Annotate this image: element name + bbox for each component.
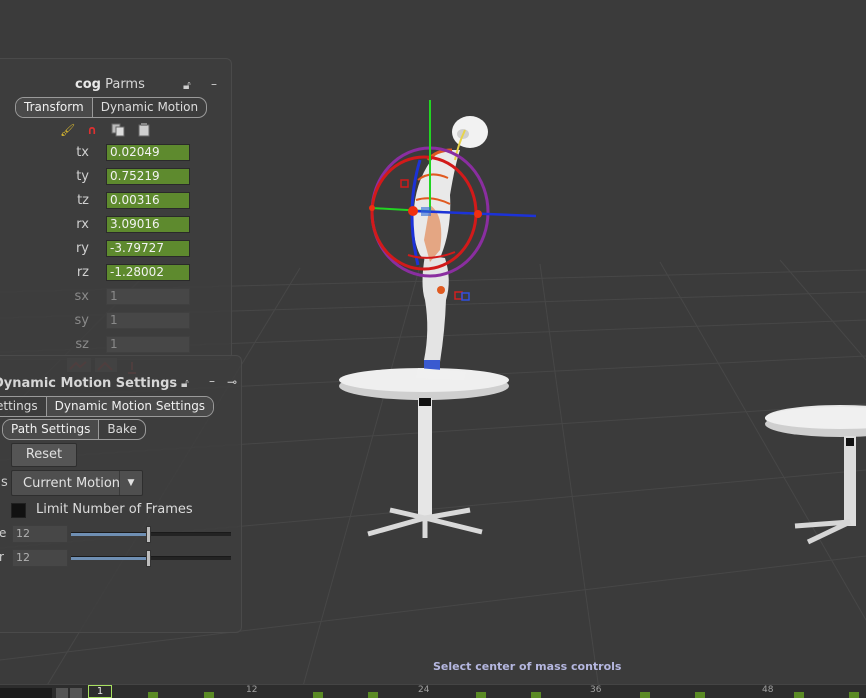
keyframe-marker[interactable] <box>476 692 486 698</box>
tab-transform[interactable]: Transform <box>16 98 93 117</box>
param-label: sy <box>74 313 89 328</box>
reset-button[interactable]: Reset <box>11 443 77 467</box>
tab-bake[interactable]: Bake <box>99 420 145 439</box>
param-field-ry[interactable]: -3.79727 <box>106 240 190 257</box>
center-of-mass-manipulator[interactable] <box>369 100 537 278</box>
param-row-sz: sz 1 <box>0 336 229 354</box>
timeline-tick-label: 36 <box>590 685 602 695</box>
param-label: rx <box>76 217 89 232</box>
source-label: s <box>1 475 8 490</box>
slider-track[interactable] <box>71 532 231 536</box>
keyframe-marker[interactable] <box>849 692 859 698</box>
param-row-sx: sx 1 <box>0 288 229 306</box>
panel-title: cog Parms <box>75 77 145 92</box>
dynamic-motion-settings-panel: Dynamic Motion Settings 🔓︎ – ⊸ ettings D… <box>0 355 242 633</box>
lock-icon[interactable]: 🔓︎ <box>181 377 189 389</box>
param-row-tz: tz 0.00316 <box>0 192 229 210</box>
limit-frames-checkbox[interactable] <box>11 503 26 518</box>
param-field-tx[interactable]: 0.02049 <box>106 144 190 161</box>
slider-label: r <box>0 550 4 564</box>
paste-icon[interactable] <box>137 123 151 137</box>
keyframe-marker[interactable] <box>368 692 378 698</box>
limit-frames-label: Limit Number of Frames <box>36 502 193 517</box>
magnet-icon[interactable]: ∩ <box>85 123 99 137</box>
keyframe-marker[interactable] <box>313 692 323 698</box>
param-label: sx <box>74 289 89 304</box>
param-label: tx <box>76 145 89 160</box>
brush-icon[interactable]: 🖌︎ <box>60 123 75 137</box>
dms-tab-bar: ettings Dynamic Motion Settings <box>0 396 215 417</box>
source-dropdown-value: Current Motion <box>23 476 121 491</box>
tab-dynamic-motion-settings[interactable]: Dynamic Motion Settings <box>46 397 214 416</box>
pin-icon[interactable]: ⊸ <box>227 376 237 388</box>
lock-icon[interactable]: 🔓︎ <box>183 79 191 91</box>
param-row-rz: rz -1.28002 <box>0 264 229 282</box>
dms-panel-title: Dynamic Motion Settings <box>0 376 178 391</box>
dms-subtab-bar: Path Settings Bake <box>2 419 146 440</box>
chevron-down-icon: ▼ <box>119 471 142 495</box>
param-label: tz <box>77 193 89 208</box>
param-row-sy: sy 1 <box>0 312 229 330</box>
param-field-sx: 1 <box>106 288 190 305</box>
slider-fill <box>71 557 148 560</box>
status-message: Select center of mass controls <box>433 660 622 673</box>
timeline-tick-label: 24 <box>418 685 430 695</box>
param-label: sz <box>75 337 89 352</box>
param-field-tz[interactable]: 0.00316 <box>106 192 190 209</box>
param-field-rz[interactable]: -1.28002 <box>106 264 190 281</box>
parameters-panel: cog Parms 🔓︎ – Transform Dynamic Motion … <box>0 58 232 374</box>
table-right <box>765 405 866 545</box>
timeline-bar[interactable]: 1 12 24 36 48 <box>0 684 866 698</box>
slider-value-field[interactable]: 12 <box>12 525 68 543</box>
table-center <box>339 368 509 538</box>
timeline-tick-label: 48 <box>762 685 774 695</box>
slider-fill <box>71 533 148 536</box>
keyframe-marker[interactable] <box>794 692 804 698</box>
slider-label: e <box>0 526 7 540</box>
parms-tab-bar: Transform Dynamic Motion <box>15 97 208 118</box>
slider-handle[interactable] <box>145 526 151 543</box>
slider-handle[interactable] <box>145 550 151 567</box>
keyframe-marker[interactable] <box>640 692 650 698</box>
slider-value-field[interactable]: 12 <box>12 549 68 567</box>
keyframe-marker[interactable] <box>695 692 705 698</box>
tab-settings[interactable]: ettings <box>0 397 47 416</box>
minimize-icon[interactable]: – <box>211 78 217 90</box>
param-label: ry <box>75 241 89 256</box>
param-row-tx: tx 0.02049 <box>0 144 229 162</box>
keyframe-marker[interactable] <box>531 692 541 698</box>
param-label: ty <box>76 169 89 184</box>
param-field-rx[interactable]: 3.09016 <box>106 216 190 233</box>
param-row-ry: ry -3.79727 <box>0 240 229 258</box>
param-field-sz: 1 <box>106 336 190 353</box>
keyframe-marker[interactable] <box>204 692 214 698</box>
timeline-tick-label: 12 <box>246 685 258 695</box>
param-row-rx: rx 3.09016 <box>0 216 229 234</box>
keyframe-marker[interactable] <box>148 692 158 698</box>
tab-dynamic-motion[interactable]: Dynamic Motion <box>93 98 206 117</box>
source-dropdown[interactable]: Current Motion ▼ <box>11 470 143 496</box>
copy-icon[interactable] <box>111 123 125 137</box>
slider-track[interactable] <box>71 556 231 560</box>
tab-path-settings[interactable]: Path Settings <box>3 420 100 439</box>
param-field-sy: 1 <box>106 312 190 329</box>
param-field-ty[interactable]: 0.75219 <box>106 168 190 185</box>
current-frame-indicator[interactable]: 1 <box>88 685 112 698</box>
param-row-ty: ty 0.75219 <box>0 168 229 186</box>
param-label: rz <box>76 265 89 280</box>
minimize-icon[interactable]: – <box>209 375 215 387</box>
